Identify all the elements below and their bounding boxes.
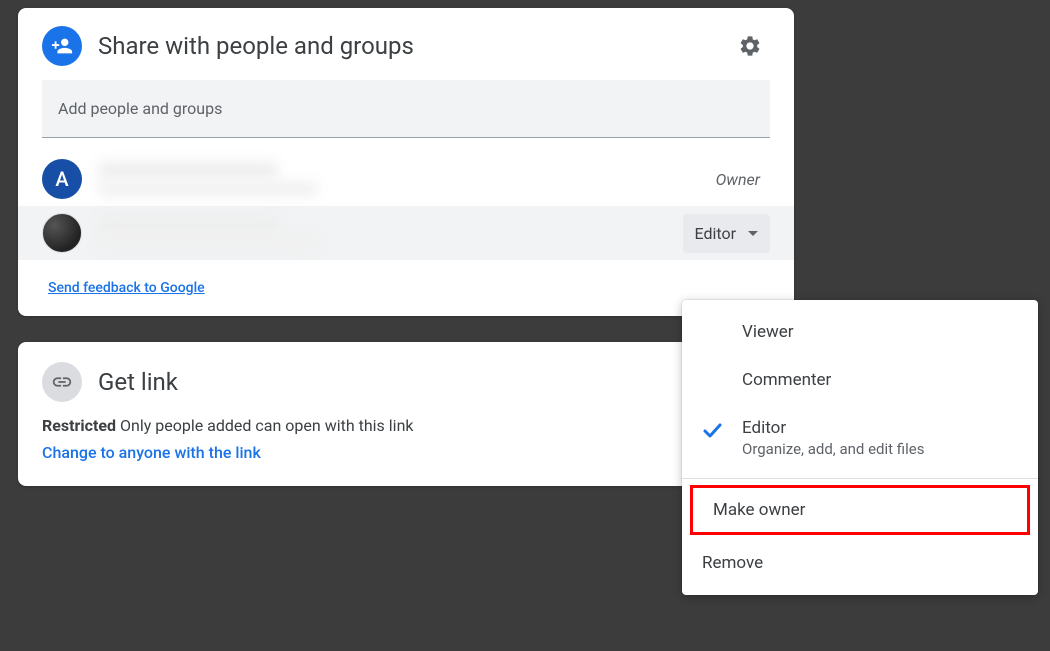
- role-dropdown[interactable]: Editor: [683, 214, 770, 253]
- settings-button[interactable]: [730, 26, 770, 66]
- menu-item-commenter[interactable]: Commenter: [682, 356, 1038, 404]
- gear-icon: [738, 34, 762, 58]
- role-dropdown-label: Editor: [695, 224, 736, 243]
- menu-divider: [682, 478, 1038, 479]
- person-email-redacted: [98, 236, 318, 250]
- menu-item-viewer[interactable]: Viewer: [682, 308, 1038, 356]
- person-info: [98, 216, 683, 250]
- get-link-title: Get link: [98, 368, 178, 396]
- link-icon: [42, 362, 82, 402]
- role-dropdown-menu: Viewer Commenter Editor Organize, add, a…: [682, 300, 1038, 595]
- menu-item-remove[interactable]: Remove: [682, 539, 1038, 587]
- avatar: A: [42, 159, 82, 199]
- owner-label: Owner: [716, 170, 760, 189]
- person-info: [98, 162, 716, 196]
- person-email-redacted: [98, 182, 318, 196]
- restricted-bold: Restricted: [42, 416, 116, 435]
- check-icon: [700, 418, 724, 447]
- people-list: A Owner Editor: [18, 152, 794, 260]
- person-name-redacted: [98, 216, 278, 232]
- add-people-field[interactable]: [42, 80, 770, 138]
- menu-item-editor[interactable]: Editor Organize, add, and edit files: [682, 404, 1038, 472]
- link-restricted-text: Restricted Only people added can open wi…: [42, 416, 770, 435]
- person-row-owner: A Owner: [18, 152, 794, 206]
- menu-item-make-owner[interactable]: Make owner: [690, 485, 1030, 535]
- add-people-input[interactable]: [58, 99, 754, 118]
- share-dialog: Share with people and groups A Owner: [18, 8, 794, 316]
- person-name-redacted: [98, 162, 278, 178]
- change-link-access[interactable]: Change to anyone with the link: [42, 443, 261, 462]
- person-row-editor: Editor: [18, 206, 794, 260]
- send-feedback-link[interactable]: Send feedback to Google: [48, 280, 205, 296]
- menu-item-editor-sub: Organize, add, and edit files: [742, 440, 1018, 458]
- menu-item-editor-label: Editor: [742, 418, 1018, 438]
- add-people-icon: [42, 26, 82, 66]
- share-header: Share with people and groups: [18, 8, 794, 80]
- share-title: Share with people and groups: [98, 32, 730, 60]
- get-link-card: Get link Restricted Only people added ca…: [18, 342, 794, 486]
- chevron-down-icon: [748, 231, 758, 236]
- restricted-rest: Only people added can open with this lin…: [116, 416, 414, 435]
- avatar: [42, 213, 82, 253]
- get-link-header: Get link: [42, 362, 770, 402]
